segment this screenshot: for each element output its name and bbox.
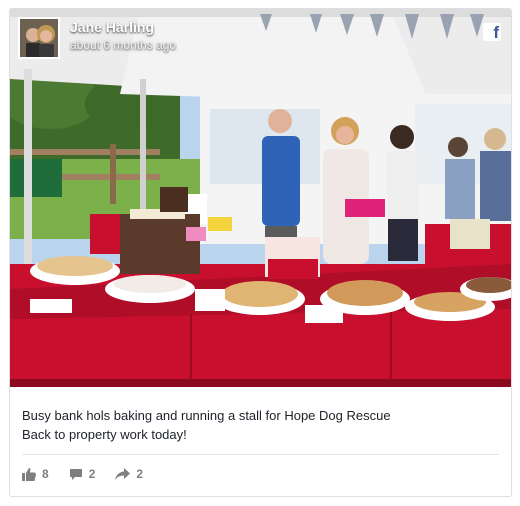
caption-line: Back to property work today! [22, 427, 187, 442]
share-icon [115, 467, 131, 480]
post-header: Jane Harling about 6 months ago [18, 17, 176, 59]
share-button[interactable]: 2 [115, 467, 143, 481]
post-timestamp[interactable]: about 6 months ago [70, 38, 176, 52]
post-caption: Busy bank hols baking and running a stal… [22, 406, 492, 444]
avatar-image [20, 19, 58, 57]
comment-button[interactable]: 2 [69, 467, 96, 481]
post-card: Jane Harling about 6 months ago f Busy b… [9, 8, 512, 497]
like-count: 8 [42, 467, 49, 481]
comment-icon [69, 468, 82, 480]
like-button[interactable]: 8 [22, 467, 49, 481]
thumbs-up-icon [22, 467, 36, 481]
comment-count: 2 [88, 467, 96, 481]
caption-line: Busy bank hols baking and running a stal… [22, 408, 391, 423]
photo-image [10, 9, 511, 387]
avatar[interactable] [18, 17, 60, 59]
share-count: 2 [136, 467, 144, 481]
divider [22, 454, 499, 455]
facebook-icon[interactable]: f [483, 23, 501, 42]
author-name[interactable]: Jane Harling [70, 19, 176, 35]
post-photo[interactable]: Jane Harling about 6 months ago f [10, 9, 511, 387]
action-bar: 8 2 2 [22, 467, 163, 481]
